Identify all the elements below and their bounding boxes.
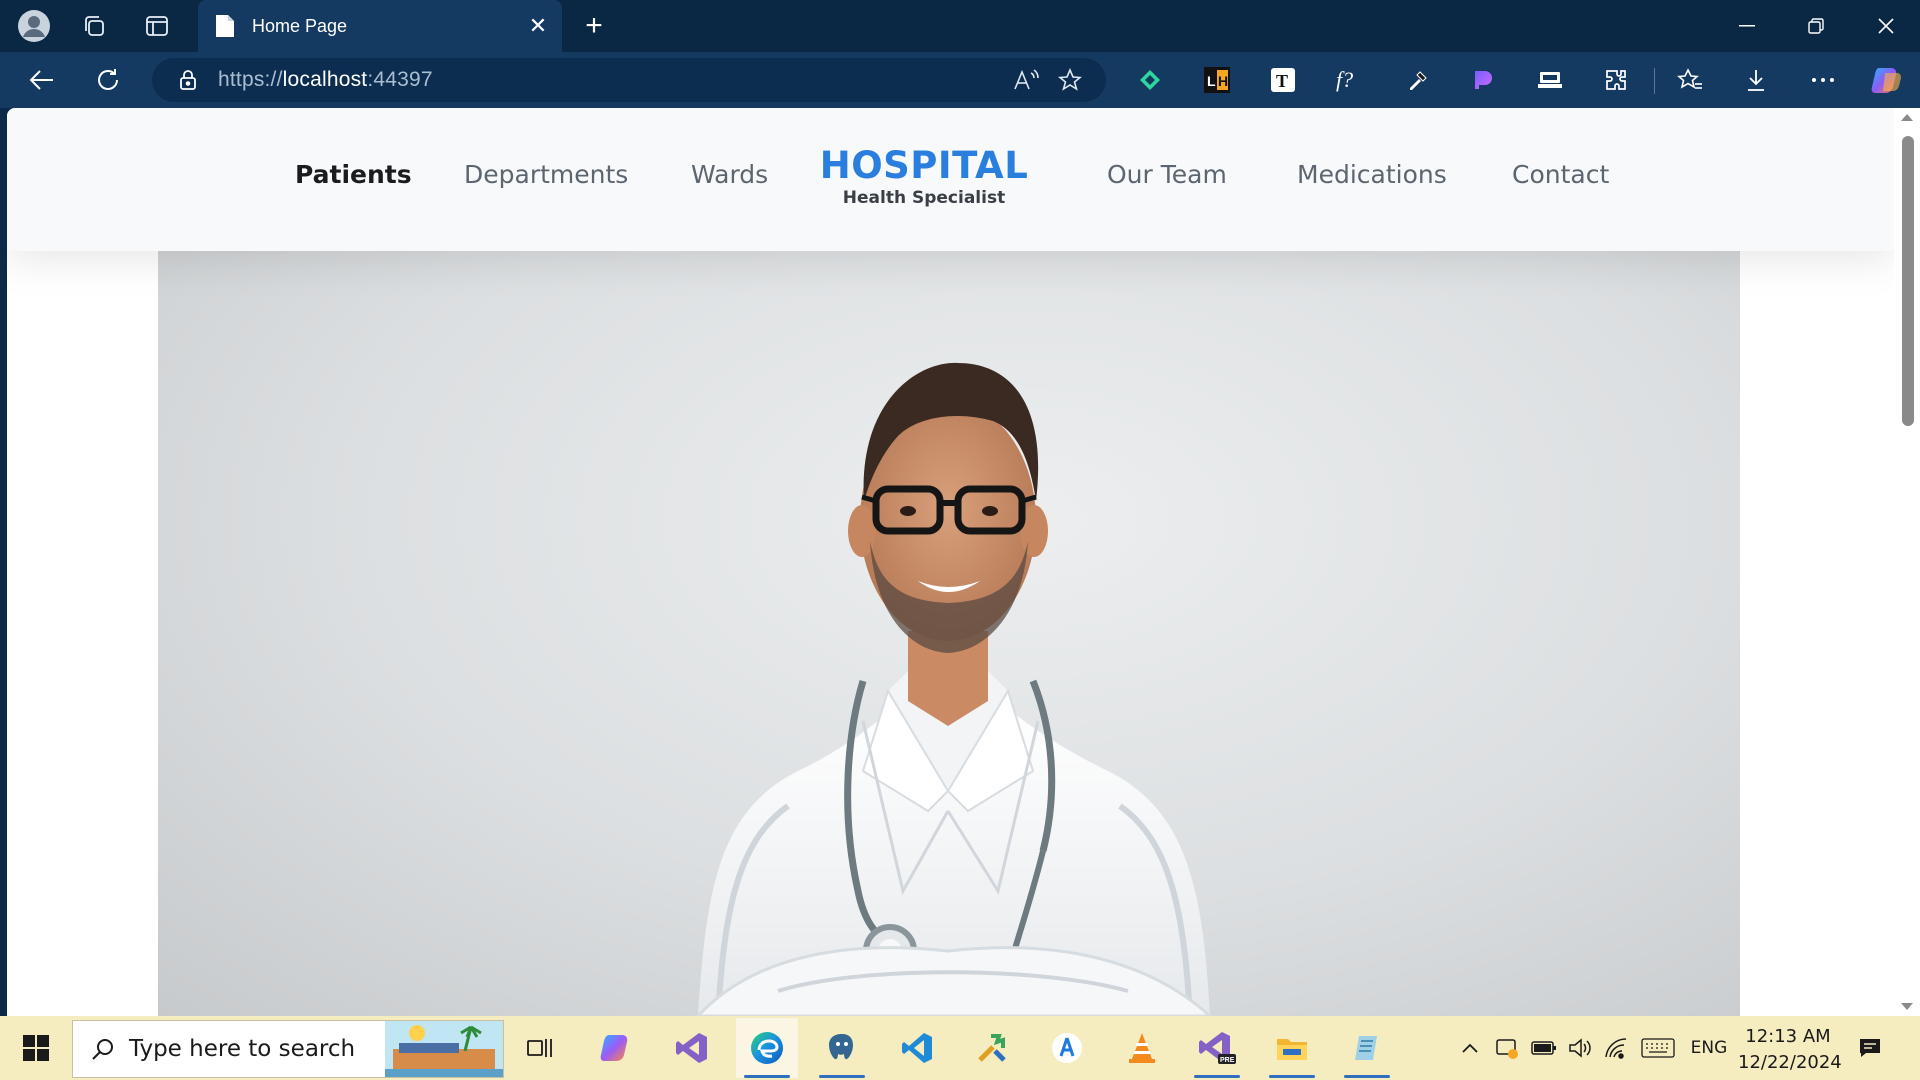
t-ext-icon[interactable]: T [1265, 62, 1301, 98]
search-icon [91, 1037, 115, 1061]
url-port: :44397 [367, 68, 433, 91]
windows-start-icon[interactable] [0, 1016, 72, 1080]
cast-ext-icon[interactable] [1532, 62, 1568, 98]
f-question-ext-icon[interactable]: f? [1332, 62, 1368, 98]
language-indicator[interactable]: ENG [1684, 1016, 1734, 1080]
nav-patients[interactable]: Patients [295, 160, 412, 189]
more-options-icon[interactable] [1805, 62, 1841, 98]
extensions-puzzle-icon[interactable] [1598, 62, 1634, 98]
favorites-icon[interactable] [1672, 62, 1708, 98]
network-icon[interactable] [1602, 1016, 1630, 1080]
notepad-icon[interactable] [1336, 1018, 1398, 1078]
svg-text:f?: f? [1336, 67, 1353, 92]
eyedropper-ext-icon[interactable] [1400, 62, 1436, 98]
close-window-icon[interactable] [1852, 0, 1920, 52]
clock-time: 12:13 AM [1745, 1026, 1831, 1047]
active-app-indicator [744, 1075, 790, 1078]
tab-title: Home Page [252, 15, 348, 36]
brand-title: HOSPITAL [819, 144, 1029, 187]
workspaces-icon[interactable] [76, 8, 112, 44]
svg-text:PRE: PRE [1220, 1057, 1235, 1064]
page-viewport: Patients Departments Wards HOSPITAL Heal… [7, 108, 1920, 1016]
onedrive-sync-icon[interactable] [1493, 1016, 1521, 1080]
task-view-icon[interactable] [509, 1018, 571, 1078]
address-bar[interactable]: https://localhost:44397 [152, 58, 1106, 102]
new-tab-icon[interactable]: + [576, 8, 612, 44]
vlc-icon[interactable] [1111, 1018, 1173, 1078]
restore-icon[interactable] [1782, 0, 1850, 52]
tab-home-page[interactable]: Home Page ✕ [198, 0, 562, 52]
scroll-down-arrow-icon[interactable] [1901, 1003, 1913, 1010]
svg-text:H: H [1218, 73, 1228, 89]
vscode-icon[interactable] [886, 1018, 948, 1078]
nav-our-team[interactable]: Our Team [1107, 160, 1227, 189]
open-app-indicator [1344, 1075, 1390, 1078]
url-text[interactable]: https://localhost:44397 [218, 68, 1004, 92]
brand-logo[interactable]: HOSPITAL Health Specialist [811, 144, 1037, 208]
url-host: localhost [282, 68, 368, 91]
notifications-icon[interactable] [1852, 1016, 1888, 1080]
brand-subtitle: Health Specialist [842, 188, 1006, 208]
copilot-taskbar-icon[interactable] [586, 1018, 648, 1078]
tools-app-icon[interactable] [961, 1018, 1023, 1078]
volume-icon[interactable] [1566, 1016, 1594, 1080]
lock-icon[interactable] [174, 69, 202, 91]
visual-studio-icon[interactable] [661, 1018, 723, 1078]
page-scrollbar[interactable] [1894, 108, 1920, 1016]
show-hidden-icons-chevron-icon[interactable] [1456, 1016, 1484, 1080]
nav-contact[interactable]: Contact [1512, 160, 1609, 189]
search-placeholder: Type here to search [129, 1036, 356, 1062]
battery-icon[interactable] [1530, 1016, 1558, 1080]
system-clock[interactable]: 12:13 AM 12/22/2024 [1738, 1024, 1842, 1076]
taskbar-search-box[interactable]: Type here to search [72, 1020, 504, 1078]
postgresql-icon[interactable] [811, 1018, 873, 1078]
visual-studio-preview-icon[interactable]: PRE [1186, 1018, 1248, 1078]
downloads-icon[interactable] [1738, 62, 1774, 98]
close-tab-icon[interactable]: ✕ [520, 8, 556, 44]
keyboard-icon[interactable] [1640, 1016, 1676, 1080]
scroll-up-arrow-icon[interactable] [1901, 114, 1913, 121]
fluent-ext-icon[interactable] [1132, 62, 1168, 98]
nav-wards[interactable]: Wards [691, 160, 768, 189]
open-app-indicator [819, 1075, 865, 1078]
edge-taskbar-icon[interactable] [736, 1018, 798, 1078]
profile-avatar-icon[interactable] [16, 8, 52, 44]
app-store-icon[interactable] [1036, 1018, 1098, 1078]
file-explorer-icon[interactable] [1261, 1018, 1323, 1078]
svg-text:T: T [1276, 71, 1288, 91]
page-favicon-icon [212, 11, 238, 41]
open-app-indicator [1194, 1075, 1240, 1078]
copilot-icon[interactable] [1869, 62, 1905, 98]
open-app-indicator [1269, 1075, 1315, 1078]
refresh-icon[interactable] [88, 60, 128, 100]
windows-taskbar: Type here to search PRE ENG 12:13 AM 12/… [0, 1016, 1920, 1080]
url-scheme: https:// [218, 68, 283, 91]
nav-departments[interactable]: Departments [464, 160, 628, 189]
favorite-star-icon[interactable] [1048, 58, 1092, 102]
clock-date: 12/22/2024 [1738, 1052, 1842, 1073]
lh-ext-icon[interactable]: LH [1199, 62, 1235, 98]
svg-text:L: L [1207, 73, 1216, 89]
gradient-ext-icon[interactable] [1465, 62, 1501, 98]
search-highlight-image-icon [385, 1021, 503, 1077]
scrollbar-thumb[interactable] [1902, 136, 1914, 426]
hero-doctor-image [158, 251, 1740, 1016]
nav-medications[interactable]: Medications [1297, 160, 1447, 189]
site-header: Patients Departments Wards HOSPITAL Heal… [7, 108, 1894, 251]
browser-toolbar: https://localhost:44397 LH T f? [0, 52, 1920, 108]
back-icon[interactable] [22, 60, 62, 100]
toolbar-separator [1654, 68, 1655, 94]
read-aloud-icon[interactable] [1004, 58, 1048, 102]
browser-title-bar: Home Page ✕ + [0, 0, 1920, 52]
tab-actions-icon[interactable] [139, 8, 175, 44]
minimize-icon[interactable] [1713, 0, 1781, 52]
